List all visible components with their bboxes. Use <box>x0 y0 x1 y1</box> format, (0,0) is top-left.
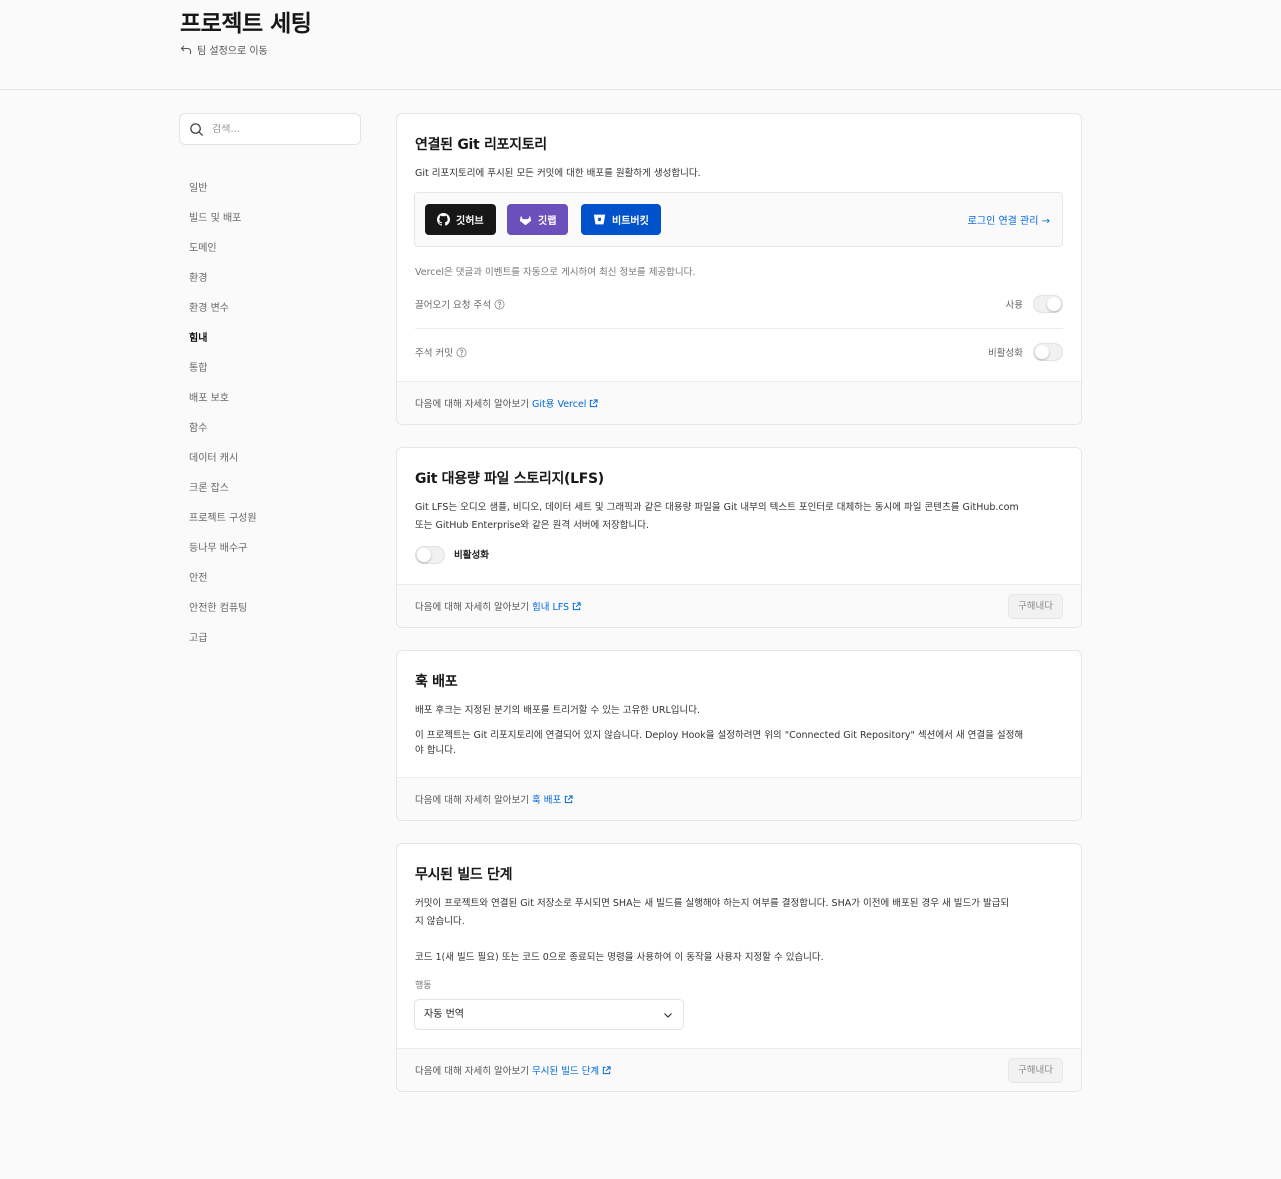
commit-comments-row-label: 주석 커밋 <box>415 345 467 359</box>
footer-link-label: Git용 Vercel <box>531 399 587 410</box>
save-button[interactable]: 구해내다 <box>1008 594 1063 619</box>
external-link-icon <box>590 398 599 407</box>
search-box[interactable] <box>179 113 361 145</box>
sidebar-item-cron-jobs[interactable]: 크론 잡스 <box>189 481 257 511</box>
pr-comments-label: 끌어오기 요청 주석 <box>415 300 491 311</box>
commit-comments-status: 비활성화 <box>988 348 1023 359</box>
github-button[interactable]: 깃허브 <box>425 204 496 235</box>
card-description-line-1: Git LFS는 오디오 샘플, 비디오, 데이터 세트 및 그래픽과 같은 대… <box>415 502 1019 513</box>
external-link-icon <box>603 1065 611 1074</box>
deploy-hooks-card: 훅 배포 배포 후크는 지정된 분기의 배포를 트리거할 수 있는 고유한 UR… <box>396 650 1082 821</box>
lfs-toggle-label: 비활성화 <box>454 550 489 561</box>
card-description-line-1: 커밋이 프로젝트와 연결된 Git 저장소로 푸시되면 SHA는 새 빌드를 실… <box>415 898 1010 909</box>
sidebar-item-environment-variables[interactable]: 환경 변수 <box>189 301 257 331</box>
commit-comments-label: 주석 커밋 <box>415 348 453 359</box>
chevron-down-icon <box>664 1013 672 1018</box>
divider <box>415 328 1063 329</box>
hook-notice-line-2: 야 합니다. <box>415 745 456 756</box>
sidebar-item-environments[interactable]: 환경 <box>189 271 257 301</box>
card-description-line-2: 지 않습니다. <box>415 916 465 927</box>
gitlab-icon <box>519 215 532 226</box>
git-for-vercel-link[interactable]: Git용 Vercel <box>532 396 599 410</box>
sidebar-nav: 일반 빌드 및 배포 도메인 환경 환경 변수 힘내 통합 배포 보호 함수 데… <box>189 181 257 661</box>
bitbucket-button[interactable]: 비트버킷 <box>581 204 661 235</box>
bitbucket-button-label: 비트버킷 <box>612 216 649 227</box>
bitbucket-icon <box>593 214 606 225</box>
footer-learn-more: 다음에 대해 자세히 알아보기 Git용 Vercel <box>415 396 599 410</box>
pr-comments-status: 사용 <box>1005 300 1023 311</box>
footer-learn-more-text: 다음에 대해 자세히 알아보기 <box>415 399 529 410</box>
gitlab-button[interactable]: 깃랩 <box>507 204 569 235</box>
sidebar-item-build-deploy[interactable]: 빌드 및 배포 <box>189 211 257 241</box>
hook-notice-line-1: 이 프로젝트는 Git 리포지토리에 연결되어 있지 않습니다. Deploy … <box>415 730 1024 741</box>
sidebar-item-project-members[interactable]: 프로젝트 구성원 <box>189 511 257 541</box>
sidebar-item-log-drains[interactable]: 등나무 배수구 <box>189 541 257 571</box>
external-link-icon <box>572 601 581 610</box>
card-description-line-2: 또는 GitHub Enterprise와 같은 원격 서버에 저장합니다. <box>415 520 650 531</box>
back-arrow-icon <box>180 45 192 54</box>
footer-link-label: 무시된 빌드 단계 <box>531 1066 600 1077</box>
search-input[interactable] <box>212 123 352 135</box>
footer-link-label: 힘내 LFS <box>531 602 570 613</box>
pr-comments-toggle[interactable] <box>1033 295 1063 313</box>
card-footer: 다음에 대해 자세히 알아보기 Git용 Vercel <box>397 381 1081 424</box>
github-icon <box>437 213 450 226</box>
behavior-select[interactable]: 자동 번역 <box>414 999 684 1030</box>
card-footer: 다음에 대해 자세히 알아보기 무시된 빌드 단계 구해내다 <box>397 1048 1081 1091</box>
footer-learn-more-text: 다음에 대해 자세히 알아보기 <box>415 795 529 806</box>
page-title: 프로젝트 세팅 <box>180 11 312 37</box>
help-icon[interactable] <box>494 299 505 310</box>
sidebar-item-general[interactable]: 일반 <box>189 181 257 211</box>
github-button-label: 깃허브 <box>456 216 484 227</box>
vercel-note: Vercel은 댓글과 이벤트를 자동으로 게시하여 최신 정보를 제공합니다. <box>415 267 696 278</box>
page-header: 프로젝트 세팅 팀 설정으로 이동 <box>0 0 1281 90</box>
card-title: 연결된 Git 리포지토리 <box>415 137 547 153</box>
sidebar-item-functions[interactable]: 함수 <box>189 421 257 451</box>
git-lfs-card: Git 대용량 파일 스토리지(LFS) Git LFS는 오디오 샘플, 비디… <box>396 447 1082 628</box>
footer-learn-more: 다음에 대해 자세히 알아보기 무시된 빌드 단계 <box>415 1063 611 1077</box>
card-title: 무시된 빌드 단계 <box>415 867 513 883</box>
behavior-label: 행동 <box>415 981 432 991</box>
git-lfs-link[interactable]: 힘내 LFS <box>532 599 581 613</box>
card-footer: 다음에 대해 자세히 알아보기 힘내 LFS 구해내다 <box>397 584 1081 627</box>
footer-learn-more-text: 다음에 대해 자세히 알아보기 <box>415 1066 529 1077</box>
behavior-select-value: 자동 번역 <box>424 1009 464 1020</box>
sidebar-item-integrations[interactable]: 통합 <box>189 361 257 391</box>
save-button[interactable]: 구해내다 <box>1008 1058 1063 1083</box>
sidebar-item-domains[interactable]: 도메인 <box>189 241 257 271</box>
external-link-icon <box>565 794 573 803</box>
sidebar-item-advanced[interactable]: 고급 <box>189 631 257 661</box>
footer-learn-more: 다음에 대해 자세히 알아보기 훅 배포 <box>415 792 573 806</box>
ignored-build-step-link[interactable]: 무시된 빌드 단계 <box>532 1063 611 1077</box>
card-title: 훅 배포 <box>415 674 458 690</box>
help-icon[interactable] <box>456 347 467 358</box>
card-description: 배포 후크는 지정된 분기의 배포를 트리거할 수 있는 고유한 URL입니다. <box>415 705 701 716</box>
deploy-hooks-link[interactable]: 훅 배포 <box>532 792 573 806</box>
card-footer: 다음에 대해 자세히 알아보기 훅 배포 <box>397 777 1081 820</box>
card-description-line-3: 코드 1(새 빌드 필요) 또는 코드 0으로 종료되는 명령을 사용하여 이 … <box>415 952 824 963</box>
card-description: Git 리포지토리에 푸시된 모든 커밋에 대한 배포를 원활하게 생성합니다. <box>415 168 701 179</box>
lfs-toggle[interactable] <box>415 546 445 564</box>
manage-login-connections-link[interactable]: 로그인 연결 관리 → <box>968 212 1050 227</box>
search-icon <box>190 122 204 136</box>
sidebar-item-secure-compute[interactable]: 안전한 컴퓨팅 <box>189 601 257 631</box>
sidebar-item-security[interactable]: 안전 <box>189 571 257 601</box>
sidebar-item-data-cache[interactable]: 데이터 캐시 <box>189 451 257 481</box>
commit-comments-toggle[interactable] <box>1033 343 1063 361</box>
sidebar-item-deployment-protection[interactable]: 배포 보호 <box>189 391 257 421</box>
git-provider-box: 깃허브 깃랩 비트버킷 로그인 연결 관리 → <box>414 192 1063 247</box>
card-title: Git 대용량 파일 스토리지(LFS) <box>415 471 604 487</box>
footer-learn-more-text: 다음에 대해 자세히 알아보기 <box>415 602 529 613</box>
sidebar-item-git[interactable]: 힘내 <box>189 331 257 361</box>
ignored-build-step-card: 무시된 빌드 단계 커밋이 프로젝트와 연결된 Git 저장소로 푸시되면 SH… <box>396 843 1082 1092</box>
connected-git-repository-card: 연결된 Git 리포지토리 Git 리포지토리에 푸시된 모든 커밋에 대한 배… <box>396 113 1082 425</box>
pr-comments-row-label: 끌어오기 요청 주석 <box>415 297 505 311</box>
footer-link-label: 훅 배포 <box>531 795 562 806</box>
back-link-label: 팀 설정으로 이동 <box>197 46 268 57</box>
footer-learn-more: 다음에 대해 자세히 알아보기 힘내 LFS <box>415 599 581 613</box>
back-to-team-settings-link[interactable]: 팀 설정으로 이동 <box>180 42 268 57</box>
gitlab-button-label: 깃랩 <box>538 216 557 227</box>
